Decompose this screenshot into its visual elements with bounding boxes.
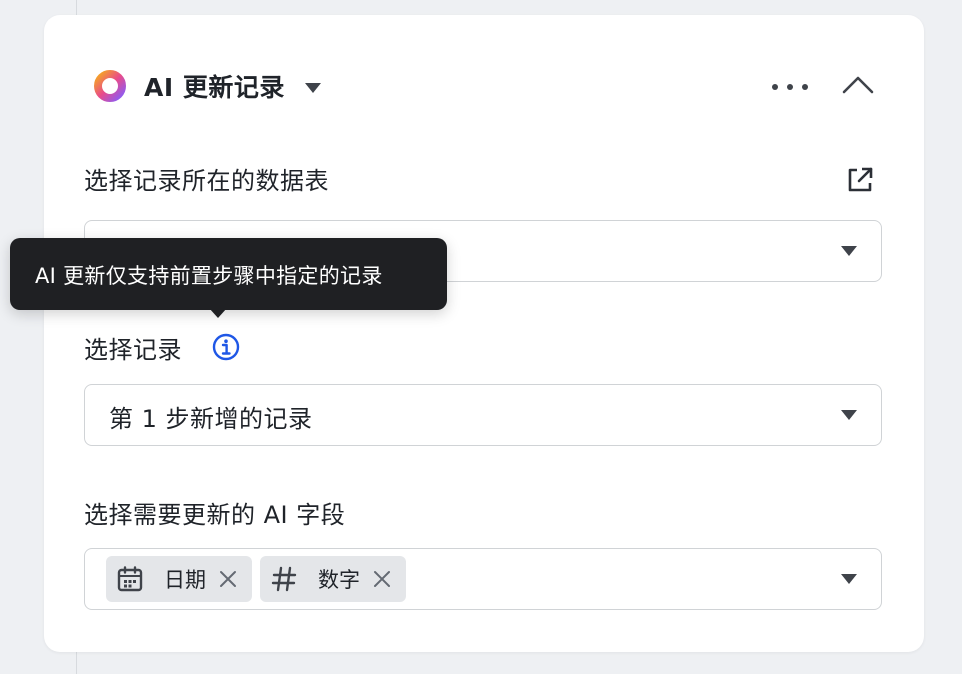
calendar-icon (117, 566, 143, 592)
field-tag-label: 数字 (318, 568, 360, 592)
info-icon[interactable] (211, 332, 241, 362)
card-header: AI 更新记录 (92, 65, 321, 107)
field-tag-number: 数字 (260, 556, 406, 602)
record-select[interactable]: 第 1 步新增的记录 (84, 384, 882, 446)
close-icon[interactable] (218, 569, 238, 589)
ai-gradient-ring-icon (94, 70, 126, 102)
field-tag-date: 日期 (106, 556, 252, 602)
fields-section-label: 选择需要更新的 AI 字段 (84, 501, 346, 529)
selected-field-tags: 日期 数字 (106, 556, 406, 602)
hash-icon (271, 566, 297, 592)
info-tooltip: AI 更新仅支持前置步骤中指定的记录 (10, 238, 447, 310)
card-title: AI 更新记录 (144, 73, 285, 102)
more-options-button[interactable] (772, 77, 808, 97)
field-tag-label: 日期 (164, 568, 206, 592)
chevron-down-icon[interactable] (304, 82, 321, 93)
table-section-label: 选择记录所在的数据表 (84, 167, 329, 195)
more-horizontal-icon (772, 84, 778, 90)
chevron-down-icon (841, 246, 857, 256)
ai-update-record-card: AI 更新记录 选择记录所在的数据表 选择记录 第 1 步新增的记录 选择需要更… (44, 15, 924, 652)
chevron-up-icon[interactable] (841, 73, 875, 97)
external-link-icon[interactable] (845, 165, 875, 195)
record-select-value: 第 1 步新增的记录 (109, 405, 313, 433)
tooltip-arrow (209, 308, 227, 318)
close-icon[interactable] (372, 569, 392, 589)
ai-fields-multiselect[interactable]: 日期 数字 (84, 548, 882, 610)
chevron-down-icon (841, 410, 857, 420)
record-section-label: 选择记录 (84, 336, 182, 364)
chevron-down-icon (841, 574, 857, 584)
